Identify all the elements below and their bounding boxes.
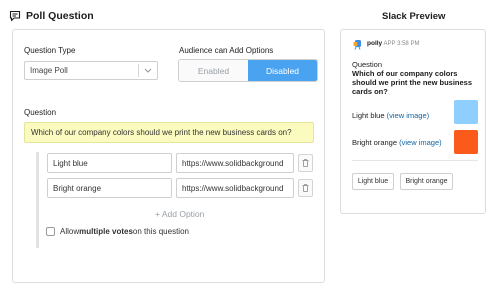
poll-editor-panel: Question Type Image Poll Audience can Ad… bbox=[12, 29, 325, 283]
checkbox-label-suffix: on this question bbox=[132, 227, 189, 236]
question-input[interactable]: Which of our company colors should we pr… bbox=[24, 122, 314, 143]
options-group-bar bbox=[36, 152, 39, 248]
chevron-down-icon[interactable] bbox=[139, 62, 157, 79]
page-title: Poll Question bbox=[26, 10, 94, 22]
audience-disabled-option[interactable]: Disabled bbox=[248, 60, 317, 81]
preview-divider bbox=[352, 160, 478, 161]
question-type-value: Image Poll bbox=[30, 66, 68, 75]
poll-chat-icon bbox=[9, 10, 21, 22]
checkbox-label-bold: multiple votes bbox=[79, 227, 133, 236]
app-tag: APP bbox=[383, 41, 396, 47]
slack-preview-panel: polly APP 3:58 PM Question Which of our … bbox=[340, 29, 486, 214]
color-swatch bbox=[454, 100, 478, 124]
vote-button[interactable]: Light blue bbox=[352, 173, 394, 190]
add-option-button[interactable]: + Add Option bbox=[155, 209, 204, 219]
audience-enabled-option[interactable]: Enabled bbox=[179, 60, 248, 81]
message-time: 3:58 PM bbox=[397, 41, 420, 47]
editor-header: Poll Question bbox=[9, 9, 94, 23]
audience-toggle[interactable]: Enabled Disabled bbox=[178, 59, 318, 82]
multiple-votes-checkbox-row[interactable]: Allow multiple votes on this question bbox=[46, 227, 189, 236]
audience-label: Audience can Add Options bbox=[179, 46, 274, 55]
message-meta: polly APP 3:58 PM bbox=[367, 40, 419, 47]
preview-option: Bright orange (view image) bbox=[352, 138, 442, 147]
checkbox-label-prefix: Allow bbox=[60, 227, 80, 236]
question-type-select[interactable]: Image Poll bbox=[24, 61, 158, 80]
color-swatch bbox=[454, 130, 478, 154]
multiple-votes-checkbox[interactable] bbox=[46, 227, 55, 236]
option-url-input[interactable]: https://www.solidbackground bbox=[176, 178, 294, 198]
option-name-input[interactable]: Light blue bbox=[47, 153, 172, 173]
preview-option-name: Light blue bbox=[352, 111, 385, 120]
vote-button[interactable]: Bright orange bbox=[400, 173, 453, 190]
polly-avatar-icon bbox=[353, 40, 361, 50]
trash-icon[interactable] bbox=[298, 179, 313, 197]
question-type-label: Question Type bbox=[24, 46, 76, 55]
question-label: Question bbox=[24, 108, 57, 117]
bot-name: polly bbox=[367, 40, 383, 47]
trash-icon[interactable] bbox=[298, 154, 313, 172]
option-url-input[interactable]: https://www.solidbackground bbox=[176, 153, 294, 173]
view-image-link[interactable]: (view image) bbox=[387, 111, 430, 120]
preview-option: Light blue (view image) bbox=[352, 111, 429, 120]
preview-question-label: Question bbox=[352, 60, 383, 69]
view-image-link[interactable]: (view image) bbox=[399, 138, 442, 147]
option-name-input[interactable]: Bright orange bbox=[47, 178, 172, 198]
preview-question-text: Which of our company colors should we pr… bbox=[352, 69, 473, 96]
preview-title: Slack Preview bbox=[382, 11, 446, 22]
preview-option-name: Bright orange bbox=[352, 138, 398, 147]
